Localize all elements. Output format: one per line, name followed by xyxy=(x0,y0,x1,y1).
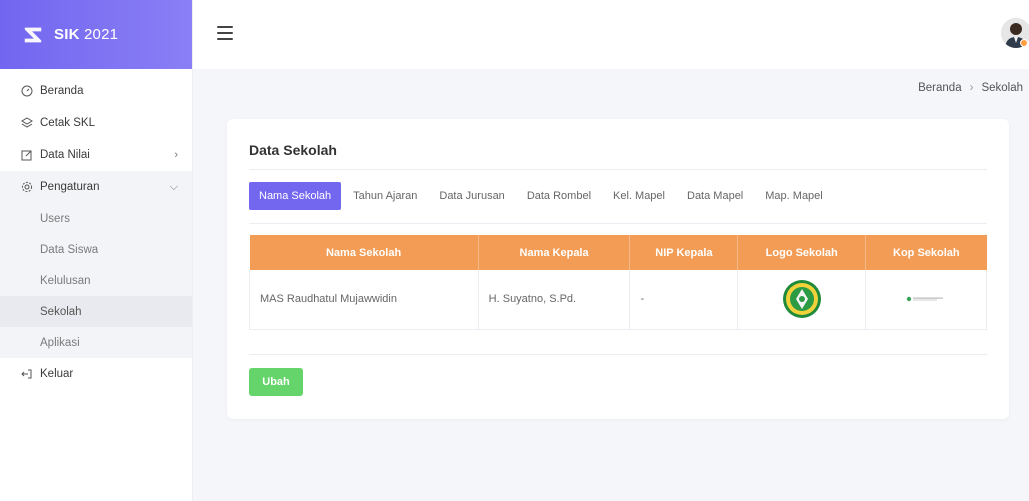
ubah-button[interactable]: Ubah xyxy=(249,368,303,396)
sidebar-item-label: Data Nilai xyxy=(40,149,90,161)
school-logo-icon xyxy=(782,280,821,319)
topbar xyxy=(193,0,1029,69)
divider xyxy=(249,354,987,355)
menu-toggle-icon[interactable] xyxy=(217,26,233,40)
sidebar: SIK 2021 Beranda Cetak SKL Data Nilai › xyxy=(0,0,193,501)
breadcrumb-separator-icon: › xyxy=(969,82,974,94)
breadcrumb-current: Sekolah xyxy=(981,82,1023,94)
status-badge xyxy=(1020,39,1028,47)
sekolah-table: Nama Sekolah Nama Kepala NIP Kepala Logo… xyxy=(249,235,987,330)
tab-map-mapel[interactable]: Map. Mapel xyxy=(755,182,832,210)
submenu-item-aplikasi[interactable]: Aplikasi xyxy=(0,327,192,358)
submenu-item-kelulusan[interactable]: Kelulusan xyxy=(0,265,192,296)
sidebar-item-label: Keluar xyxy=(40,368,74,380)
cell-nip-kepala: - xyxy=(629,270,739,330)
data-sekolah-card: Data Sekolah Nama Sekolah Tahun Ajaran D… xyxy=(227,119,1009,419)
divider xyxy=(249,169,987,170)
table-header-row: Nama Sekolah Nama Kepala NIP Kepala Logo… xyxy=(249,235,987,270)
sidebar-item-cetak-skl[interactable]: Cetak SKL xyxy=(0,107,192,139)
submenu-pengaturan: Users Data Siswa Kelulusan Sekolah Aplik… xyxy=(0,203,192,358)
column-header: NIP Kepala xyxy=(629,235,739,270)
chevron-right-icon: › xyxy=(174,149,178,161)
cell-kop-sekolah xyxy=(865,270,987,330)
tab-data-jurusan[interactable]: Data Jurusan xyxy=(429,182,514,210)
submenu-item-sekolah[interactable]: Sekolah xyxy=(0,296,192,327)
logout-icon xyxy=(20,367,34,381)
layers-icon xyxy=(20,116,34,130)
submenu-item-data-siswa[interactable]: Data Siswa xyxy=(0,234,192,265)
divider xyxy=(249,223,987,224)
cell-logo-sekolah xyxy=(737,270,867,330)
sidebar-item-pengaturan[interactable]: Pengaturan ⌵ xyxy=(0,171,192,203)
chevron-down-icon: ⌵ xyxy=(169,180,178,193)
gauge-icon xyxy=(20,84,34,98)
column-header: Nama Kepala xyxy=(478,235,631,270)
brand-logo-icon xyxy=(24,27,42,42)
tabs: Nama Sekolah Tahun Ajaran Data Jurusan D… xyxy=(249,182,835,210)
tab-tahun-ajaran[interactable]: Tahun Ajaran xyxy=(343,182,427,210)
sidebar-menu: Beranda Cetak SKL Data Nilai › Pengatura… xyxy=(0,69,192,390)
sidebar-item-label: Cetak SKL xyxy=(40,117,95,129)
sidebar-item-label: Beranda xyxy=(40,85,84,97)
breadcrumb: Beranda › Sekolah xyxy=(918,82,1023,94)
sidebar-item-keluar[interactable]: Keluar xyxy=(0,358,192,390)
table-row: MAS Raudhatul Mujawwidin H. Suyatno, S.P… xyxy=(249,270,987,330)
cell-nama-kepala: H. Suyatno, S.Pd. xyxy=(478,270,631,330)
tab-data-rombel[interactable]: Data Rombel xyxy=(517,182,601,210)
breadcrumb-home[interactable]: Beranda xyxy=(918,82,961,94)
edit-icon xyxy=(20,148,34,162)
tab-data-mapel[interactable]: Data Mapel xyxy=(677,182,753,210)
brand[interactable]: SIK 2021 xyxy=(0,0,192,69)
cell-nama-sekolah: MAS Raudhatul Mujawwidin xyxy=(249,270,479,330)
sidebar-item-beranda[interactable]: Beranda xyxy=(0,75,192,107)
brand-name: SIK 2021 xyxy=(54,26,119,43)
submenu-item-users[interactable]: Users xyxy=(0,203,192,234)
gear-icon xyxy=(20,180,34,194)
card-title: Data Sekolah xyxy=(249,142,337,158)
tab-nama-sekolah[interactable]: Nama Sekolah xyxy=(249,182,342,210)
sidebar-item-label: Pengaturan xyxy=(40,181,100,193)
letterhead-image-icon xyxy=(906,297,944,302)
column-header: Logo Sekolah xyxy=(737,235,867,270)
sidebar-item-data-nilai[interactable]: Data Nilai › xyxy=(0,139,192,171)
column-header: Kop Sekolah xyxy=(865,235,987,270)
tab-kel-mapel[interactable]: Kel. Mapel xyxy=(603,182,675,210)
column-header: Nama Sekolah xyxy=(249,235,479,270)
